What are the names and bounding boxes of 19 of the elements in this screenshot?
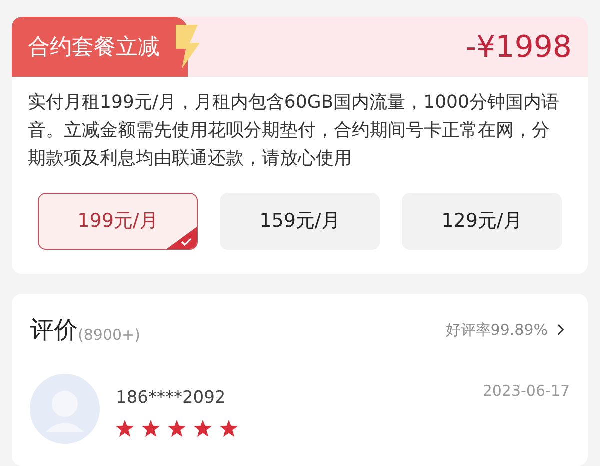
plan-option[interactable]: 129元/月 bbox=[402, 193, 562, 250]
star-icon bbox=[116, 420, 134, 436]
review-date: 2023-06-17 bbox=[482, 381, 570, 402]
reviews-title: 评价 bbox=[30, 315, 78, 346]
check-icon bbox=[167, 227, 197, 249]
lightning-icon bbox=[174, 25, 200, 69]
discount-amount: -¥1998 bbox=[466, 28, 572, 66]
plan-option[interactable]: 199元/月 bbox=[38, 193, 198, 250]
star-icon bbox=[220, 420, 238, 436]
star-icon bbox=[168, 420, 186, 436]
plan-option[interactable]: 159元/月 bbox=[220, 193, 380, 250]
avatar-icon bbox=[30, 374, 100, 444]
promo-tag: 合约套餐立减 bbox=[12, 17, 188, 77]
star-icon bbox=[194, 420, 212, 436]
positive-rating: 好评率99.89% bbox=[446, 320, 548, 341]
plan-description: 实付月租199元/月，月租内包含60GB国内流量，1000分钟国内语音。立减金额需先使用花呗分期垫付，合约期间号卡正常在网，分期款项及利息均由联通还款，请放心使用 bbox=[27, 91, 560, 171]
star-icon bbox=[142, 420, 160, 436]
reviewer-name: 186****2092 bbox=[116, 387, 226, 410]
reviews-count: (8900+) bbox=[78, 324, 140, 346]
